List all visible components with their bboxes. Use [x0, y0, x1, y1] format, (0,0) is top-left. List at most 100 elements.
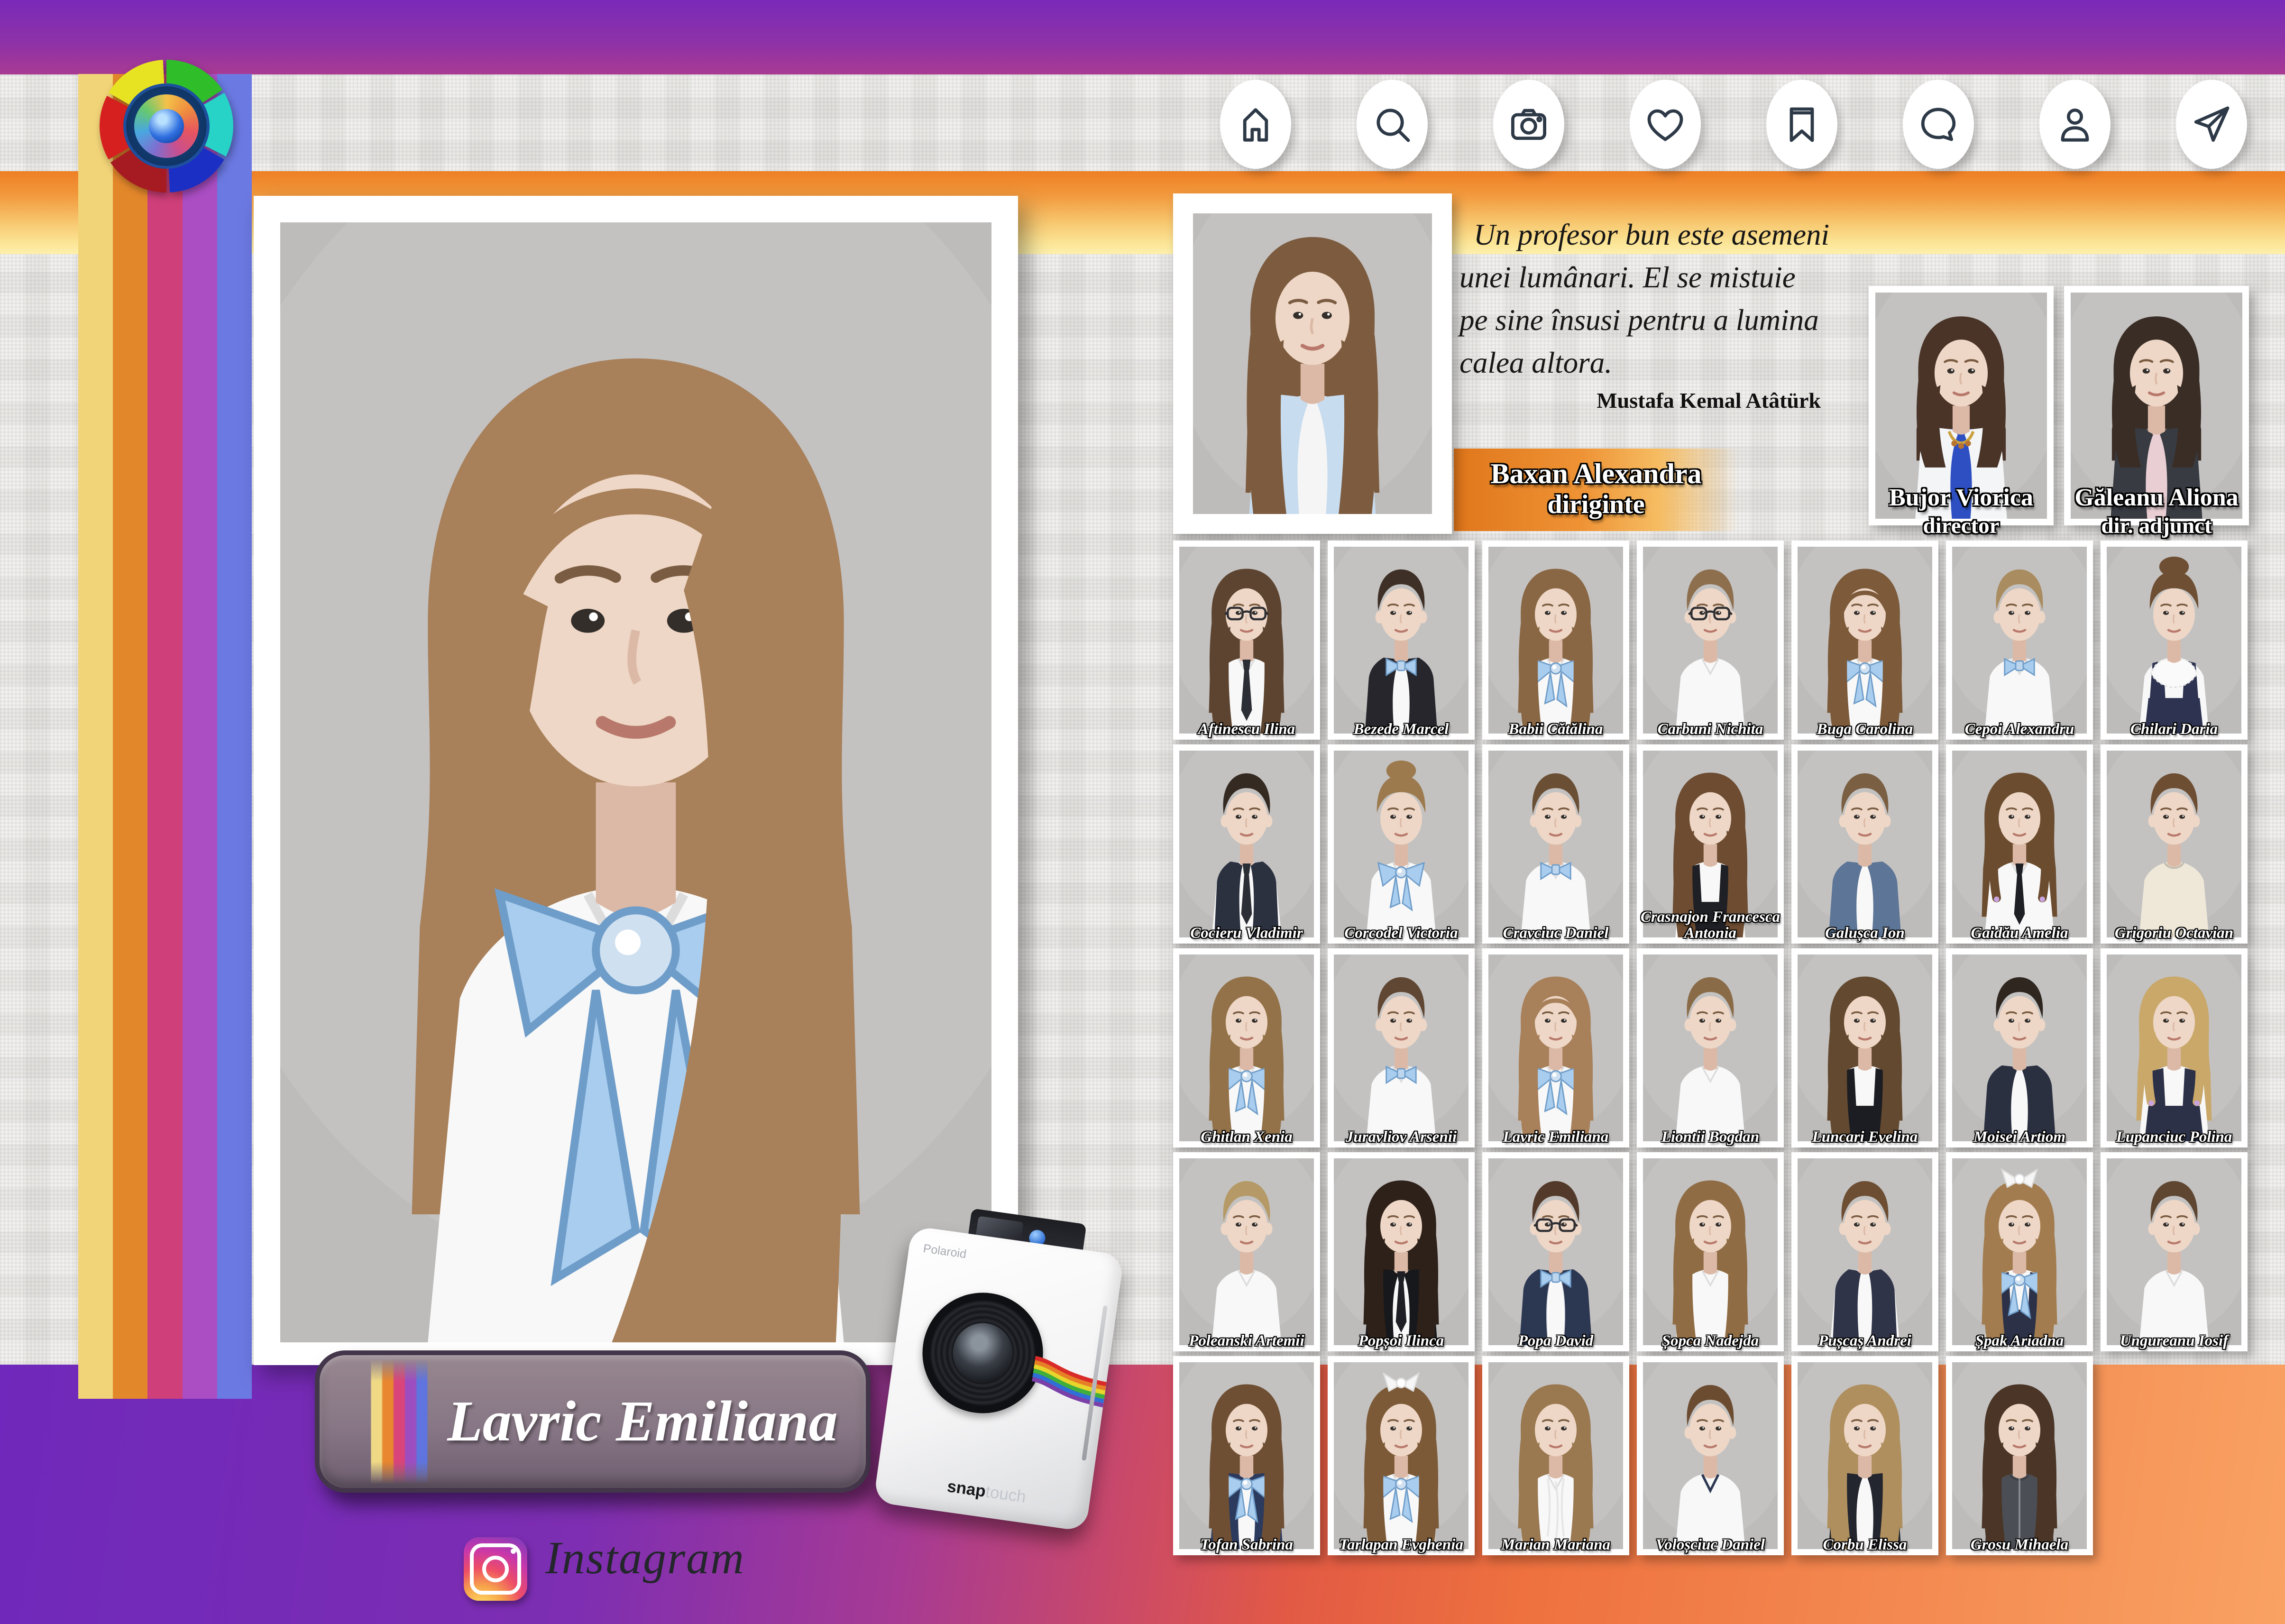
featured-name: Lavric Emiliana [433, 1355, 852, 1488]
student-card: Corbu Elissa [1791, 1356, 1938, 1555]
plate-stripe-band [416, 1359, 428, 1484]
quote-author: Mustafa Kemal Atâtürk [1508, 388, 1821, 413]
plate-stripe-band [405, 1359, 416, 1484]
student-name: Marian Mariana [1483, 1537, 1628, 1553]
student-card: Cravciuc Daniel [1482, 744, 1629, 944]
student-card: Babii Cătălina [1482, 541, 1629, 740]
student-card: Voloșciuc Daniel [1637, 1356, 1784, 1555]
profile-icon[interactable] [2039, 80, 2111, 169]
student-card: Crasnajon Francesca Antonia [1637, 744, 1784, 944]
quote-line: unei lumânari. El se mistuie [1459, 256, 1877, 299]
instagram-logo-icon[interactable] [464, 1537, 527, 1601]
diriginte-name: Baxan Alexandra [1454, 458, 1738, 490]
student-photo [2107, 954, 2241, 1141]
student-card: Buga Carolina [1791, 541, 1938, 740]
search-icon[interactable] [1357, 80, 1428, 169]
plate-rainbow-stripe [371, 1359, 428, 1484]
student-card: Lupanciuc Polina [2101, 948, 2248, 1147]
student-name: Babii Cătălina [1483, 721, 1628, 738]
student-photo [1798, 751, 1932, 937]
diriginte-photo-card [1173, 193, 1452, 534]
student-name: Pușcaș Andrei [1792, 1333, 1937, 1349]
student-name: Grigoriu Octavian [2101, 925, 2247, 942]
quote-line: calea altora. [1459, 341, 1877, 384]
student-photo [1643, 954, 1778, 1141]
student-card: Grosu Mihaela [1946, 1356, 2093, 1555]
heart-icon[interactable] [1630, 80, 1701, 169]
instagram-label: Instagram [545, 1532, 745, 1585]
student-photo [1488, 1362, 1623, 1549]
stripe [183, 74, 217, 1399]
student-name: Voloșciuc Daniel [1638, 1537, 1783, 1553]
student-card: Șopca Nadejda [1637, 1152, 1784, 1351]
student-photo [1179, 1158, 1314, 1345]
student-photo [1488, 954, 1623, 1141]
rainbow-stripes [78, 74, 252, 1399]
student-photo [1179, 954, 1314, 1141]
student-card: Tofan Sabrina [1173, 1356, 1320, 1555]
student-card: Șpak Ariadna [1946, 1152, 2093, 1351]
student-photo [1488, 547, 1623, 734]
stripe [113, 74, 147, 1399]
student-photo [1643, 1362, 1778, 1549]
diriginte-role: diriginte [1454, 490, 1738, 520]
student-name: Poleanski Artemii [1174, 1333, 1319, 1349]
student-photo [1798, 1158, 1932, 1345]
student-card: Cepoi Alexandru [1946, 541, 2093, 740]
student-name: Luncari Evelina [1792, 1129, 1937, 1146]
camera-icon[interactable] [1493, 80, 1564, 169]
student-photo [1952, 547, 2087, 734]
student-name: Galușca Ion [1792, 925, 1937, 942]
student-name: Chilari Daria [2101, 721, 2247, 738]
student-card: Liontii Bogdan [1637, 948, 1784, 1147]
plate-stripe-band [382, 1359, 394, 1484]
student-name: Cocieru Vladimir [1174, 925, 1319, 942]
student-name: Ungureanu Iosif [2101, 1333, 2247, 1349]
student-name: Ghitlan Xenia [1174, 1129, 1319, 1146]
student-name: Lavric Emiliana [1483, 1129, 1628, 1146]
student-name: Lupanciuc Polina [2101, 1129, 2247, 1146]
director-label: Bujor Viorica director [1869, 483, 2054, 540]
student-photo [1798, 1362, 1932, 1549]
student-photo [2107, 751, 2241, 937]
student-card: Luncari Evelina [1791, 948, 1938, 1147]
student-card: Lavric Emiliana [1482, 948, 1629, 1147]
stripe [78, 74, 113, 1399]
comment-icon[interactable] [1903, 80, 1974, 169]
student-name: Juravliov Arsenii [1329, 1129, 1474, 1146]
deputy-director-label: Găleanu Aliona dir. adjunct [2064, 483, 2249, 540]
student-card: Marian Mariana [1482, 1356, 1629, 1555]
featured-portrait-frame [254, 196, 1018, 1365]
student-name: Cepoi Alexandru [1947, 721, 2092, 738]
student-photo [2107, 1158, 2241, 1345]
yearbook-page: Lavric Emiliana Polaroid snaptouch [0, 0, 2285, 1624]
student-photo [1952, 751, 2087, 937]
student-card: Grigoriu Octavian [2101, 744, 2248, 944]
polaroid-camera: Polaroid snaptouch [869, 1196, 1133, 1537]
student-photo [1798, 547, 1932, 734]
student-name: Crasnajon Francesca Antonia [1638, 909, 1783, 942]
student-card: Popșoi Ilinca [1328, 1152, 1475, 1351]
diriginte-label: Baxan Alexandra diriginte [1454, 449, 1738, 531]
student-card: Ungureanu Iosif [2101, 1152, 2248, 1351]
student-photo [1334, 1158, 1468, 1345]
student-photo [1179, 751, 1314, 937]
home-icon[interactable] [1220, 80, 1291, 169]
student-name: Cravciuc Daniel [1483, 925, 1628, 942]
student-photo [1488, 751, 1623, 937]
rainbow-shutter-logo-icon [100, 60, 233, 193]
student-card: Chilari Daria [2101, 541, 2248, 740]
student-photo [1952, 1158, 2087, 1345]
student-photo [1179, 1362, 1314, 1549]
quote-line: Un profesor bun este asemeni [1459, 213, 1877, 256]
student-name: Tofan Sabrina [1174, 1537, 1319, 1553]
student-photo [1334, 751, 1468, 937]
teacher-quote: Un profesor bun este asemeni unei lumâna… [1459, 213, 1877, 384]
student-name: Gaidău Amelia [1947, 925, 2092, 942]
bookmark-icon[interactable] [1766, 80, 1837, 169]
top-purple-band [0, 0, 2285, 74]
student-name: Moisei Artiom [1947, 1129, 2092, 1146]
plate-stripe-band [371, 1359, 382, 1484]
send-icon[interactable] [2176, 80, 2247, 169]
student-photo [1643, 1158, 1778, 1345]
